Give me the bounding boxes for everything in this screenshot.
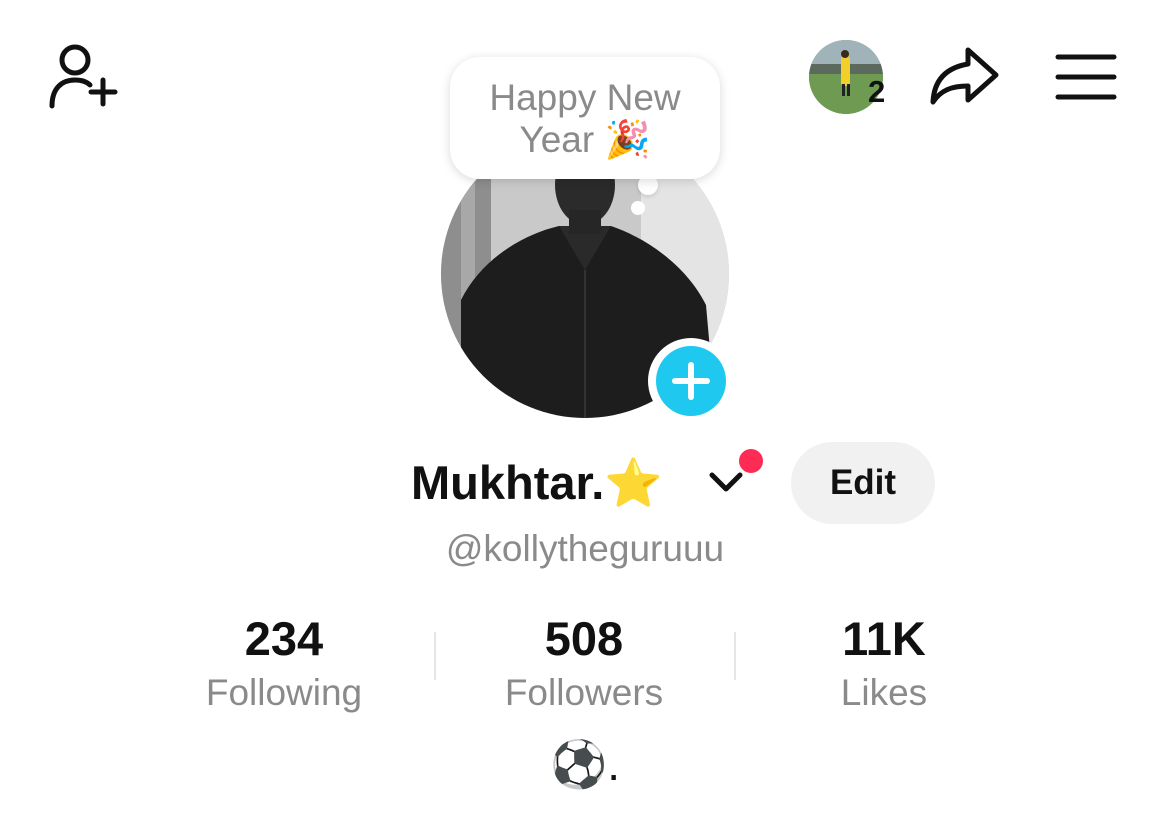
following-label: Following [205, 672, 363, 713]
followers-count: 508 [544, 612, 624, 665]
following-count: 234 [244, 612, 324, 665]
notification-dot [737, 447, 765, 475]
likes-label: Likes [840, 672, 928, 713]
chevron-down-icon [709, 472, 743, 492]
profile-bio: ⚽️. [549, 738, 621, 790]
note-bubble-tail-dot [631, 201, 645, 215]
plus-icon [672, 362, 710, 400]
likes-count: 11K [842, 612, 926, 665]
account-switcher[interactable] [706, 468, 746, 498]
person-plus-icon [49, 44, 118, 109]
profile-name: Mukhtar.⭐️ [411, 456, 663, 509]
stat-likes[interactable]: 11K Likes [734, 612, 1034, 716]
story-count-badge: 2 [868, 74, 886, 109]
share-arrow-icon [930, 47, 999, 105]
share-button[interactable] [928, 44, 1002, 108]
menu-button[interactable] [1055, 52, 1117, 102]
add-friend-button[interactable] [44, 40, 124, 112]
followers-label: Followers [504, 672, 664, 713]
stat-followers[interactable]: 508 Followers [434, 612, 734, 716]
note-bubble[interactable]: Happy New Year 🎉 [450, 57, 720, 179]
stat-following[interactable]: 234 Following [134, 612, 434, 716]
username-handle: @kollytheguruuu [445, 528, 725, 569]
edit-profile-button[interactable]: Edit [791, 442, 935, 524]
hamburger-menu-icon [1055, 54, 1117, 100]
note-text: Happy New Year 🎉 [489, 77, 681, 160]
add-story-circle [656, 346, 726, 416]
add-story-button[interactable] [648, 338, 734, 424]
